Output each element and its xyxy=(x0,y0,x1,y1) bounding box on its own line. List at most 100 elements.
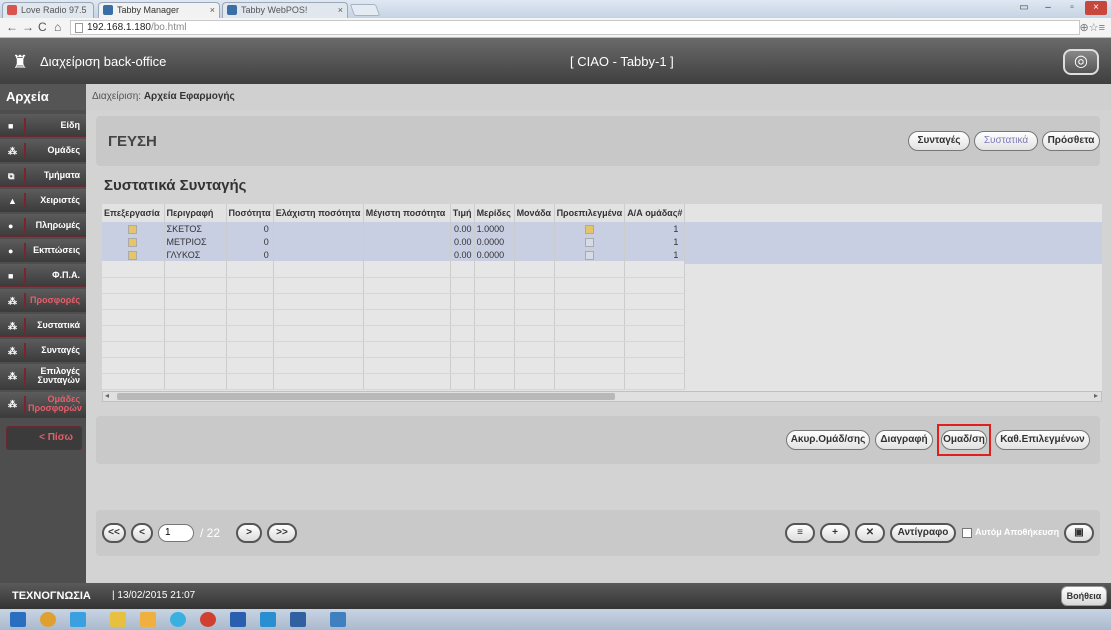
autosave-toggle[interactable]: Αυτόμ Αποθήκευση xyxy=(962,527,1059,538)
prev-page-button[interactable]: < xyxy=(131,523,153,543)
group-icon: ⁂ xyxy=(8,371,17,381)
default-checkbox[interactable] xyxy=(584,250,594,260)
sidebar-item-offer-groups[interactable]: ⁂ Ομάδες Προσφορών xyxy=(0,392,86,418)
copy-button[interactable]: Αντίγραφο xyxy=(890,523,956,543)
cell-portions: 0.0000 xyxy=(474,235,515,248)
tab-recipes[interactable]: Συνταγές xyxy=(908,131,970,151)
back-button[interactable]: < Πίσω xyxy=(6,426,82,450)
status-bar: ΤΕΧΝΟΓΝΩΣΙΑ | 13/02/2015 21:07 Βοήθεια xyxy=(0,583,1111,609)
sidebar-item-discounts[interactable]: ● Εκπτώσεις xyxy=(0,239,86,262)
browser-tab-radio[interactable]: Love Radio 97.5 xyxy=(2,2,94,18)
last-page-button[interactable]: >> xyxy=(267,523,297,543)
column-header[interactable]: Μέγιστη ποσότητα xyxy=(363,204,451,222)
department-icon: ⧉ xyxy=(8,171,15,181)
autosave-checkbox[interactable] xyxy=(962,527,972,538)
column-header[interactable]: Α/Α ομάδας# xyxy=(624,204,686,222)
tab-ingredients[interactable]: Συστατικά xyxy=(974,131,1038,151)
browser-tab-webpos[interactable]: Tabby WebPOS! × xyxy=(222,2,348,18)
tab-extras[interactable]: Πρόσθετα xyxy=(1042,131,1100,151)
zoom-star-icon[interactable]: ⊕☆≡ xyxy=(1080,21,1106,34)
ie-icon[interactable] xyxy=(170,612,186,627)
table-row[interactable]: ΣΚΕΤΟΣ 0 0.00 1.0000 1 xyxy=(102,222,686,235)
sidebar-item-groups[interactable]: ⁂ Ομάδες xyxy=(0,139,86,162)
column-header[interactable]: Μονάδα xyxy=(514,204,555,222)
close-icon[interactable]: × xyxy=(210,3,215,17)
first-page-button[interactable]: << xyxy=(102,523,126,543)
edit-checkbox[interactable] xyxy=(128,237,138,247)
ingredients-table: Επεξεργασία Περιγραφή Ποσότητα Ελάχιστη … xyxy=(102,204,1102,402)
table-row[interactable]: ΜΕΤΡΙΟΣ 0 0.00 0.0000 1 xyxy=(102,235,686,248)
group-button[interactable]: Ομαδ/ση xyxy=(941,430,987,450)
cell-max xyxy=(363,248,451,261)
ungroup-button[interactable]: Ακυρ.Ομάδ/σης xyxy=(786,430,870,450)
scroll-left-icon[interactable]: ◂ xyxy=(105,391,109,400)
help-button[interactable]: Βοήθεια xyxy=(1061,586,1107,606)
add-icon[interactable]: + xyxy=(820,523,850,543)
sidebar-item-recipe-options[interactable]: ⁂ Επιλογές Συνταγών xyxy=(0,364,86,390)
forward-arrow-icon[interactable]: → xyxy=(22,20,34,34)
next-page-button[interactable]: > xyxy=(236,523,262,543)
sidebar-item-operators[interactable]: ▲ Χειριστές xyxy=(0,189,86,212)
sidebar-item-vat[interactable]: ■ Φ.Π.Α. xyxy=(0,264,86,287)
clear-selected-button[interactable]: Καθ.Επιλεγμένων xyxy=(995,430,1090,450)
sidebar-item-ingredients[interactable]: ⁂ Συστατικά xyxy=(0,314,86,337)
reload-icon[interactable]: C xyxy=(38,20,47,34)
empty-row xyxy=(102,325,686,342)
column-header[interactable]: Ποσότητα xyxy=(226,204,274,222)
horizontal-scrollbar[interactable]: ◂ ▸ xyxy=(102,391,1102,402)
column-header[interactable]: Προεπιλεγμένα xyxy=(554,204,626,222)
column-header[interactable]: Τιμή xyxy=(450,204,475,222)
power-button[interactable]: ◎ xyxy=(1063,49,1099,75)
cell-min xyxy=(273,235,364,248)
default-checkbox[interactable] xyxy=(584,237,594,247)
sidebar-item-recipes[interactable]: ⁂ Συνταγές xyxy=(0,339,86,362)
save-icon[interactable]: ▣ xyxy=(1064,523,1094,543)
page-total: / 22 xyxy=(200,526,221,540)
browser-tab-manager[interactable]: Tabby Manager × xyxy=(98,2,220,18)
url-input[interactable]: 192.168.1.180/bo.html xyxy=(70,20,1080,35)
photoshop-icon[interactable] xyxy=(230,612,246,627)
explorer-icon[interactable] xyxy=(140,612,156,627)
chrome-taskbar-icon[interactable] xyxy=(200,612,216,627)
delete-button[interactable]: Διαγραφή xyxy=(875,430,933,450)
close-window-button[interactable]: × xyxy=(1085,1,1107,15)
sidebar-item-offers[interactable]: ⁂ Προσφορές xyxy=(0,289,86,312)
column-header[interactable]: Επεξεργασία xyxy=(102,204,165,222)
list-icon[interactable]: ≡ xyxy=(785,523,815,543)
column-header[interactable]: Ελάχιστη ποσότητα xyxy=(273,204,364,222)
minimize-button[interactable]: – xyxy=(1037,1,1059,15)
sidebar-item-label: Συνταγές xyxy=(41,345,80,355)
close-icon[interactable]: × xyxy=(338,3,343,17)
sidebar-item-label: Είδη xyxy=(60,120,80,130)
start-icon[interactable] xyxy=(10,612,26,627)
scrollbar-thumb[interactable] xyxy=(117,393,615,400)
table-row[interactable]: ΓΛΥΚΟΣ 0 0.00 0.0000 1 xyxy=(102,248,686,261)
maximize-button[interactable]: ▫ xyxy=(1061,1,1083,15)
default-checkbox[interactable] xyxy=(584,224,594,234)
back-arrow-icon[interactable]: ← xyxy=(6,20,18,34)
edit-checkbox[interactable] xyxy=(128,250,138,260)
user-icon[interactable]: ▭ xyxy=(1013,1,1035,15)
scroll-right-icon[interactable]: ▸ xyxy=(1094,391,1098,400)
window-icon[interactable] xyxy=(290,612,306,627)
delete-icon[interactable]: ✕ xyxy=(855,523,885,543)
edit-checkbox[interactable] xyxy=(128,224,138,234)
page-number-input[interactable]: 1 xyxy=(158,524,194,542)
word-icon[interactable] xyxy=(330,612,346,627)
empty-row xyxy=(102,293,686,310)
new-tab-button[interactable] xyxy=(349,4,381,16)
sidebar-item-items[interactable]: ■ Είδη xyxy=(0,114,86,137)
group-icon: ⁂ xyxy=(8,146,17,156)
app-icon[interactable] xyxy=(260,612,276,627)
sidebar-item-departments[interactable]: ⧉ Τμήματα xyxy=(0,164,86,187)
ingredients-grid: Επεξεργασία Περιγραφή Ποσότητα Ελάχιστη … xyxy=(102,204,686,390)
chrome-icon[interactable] xyxy=(40,612,56,627)
column-header[interactable]: Μερίδες xyxy=(474,204,515,222)
sidebar-item-payments[interactable]: ● Πληρωμές xyxy=(0,214,86,237)
page-title: ΓΕΥΣΗ xyxy=(108,133,157,150)
folder-icon[interactable] xyxy=(110,612,126,627)
column-header[interactable]: Περιγραφή xyxy=(164,204,227,222)
app-icon[interactable] xyxy=(70,612,86,627)
empty-row xyxy=(102,341,686,358)
home-icon[interactable]: ⌂ xyxy=(54,20,61,34)
